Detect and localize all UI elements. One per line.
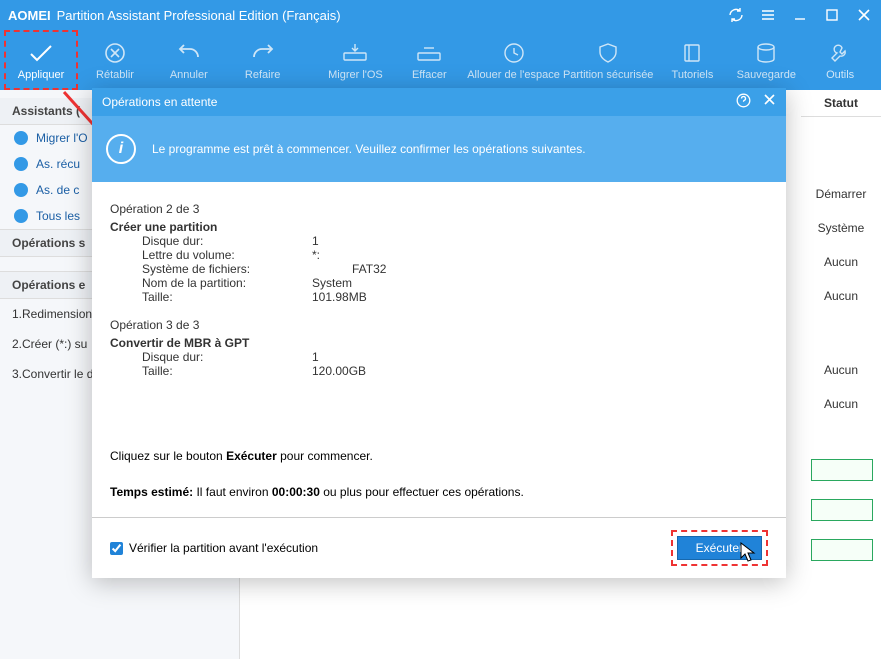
menu-icon[interactable] <box>759 6 777 24</box>
verify-checkbox-label: Vérifier la partition avant l'exécution <box>129 541 318 555</box>
minimize-icon[interactable] <box>791 6 809 24</box>
toolbar-allocate[interactable]: Allouer de l'espace <box>466 30 561 90</box>
kv-row: Taille:101.98MB <box>142 290 768 304</box>
kv-row: Système de fichiers:FAT32 <box>142 262 768 276</box>
pending-operations-dialog: Opérations en attente i Le programme est… <box>92 88 786 578</box>
clock-icon <box>502 39 526 67</box>
status-cell: Aucun <box>801 279 881 313</box>
dialog-note: Cliquez sur le bouton Exécuter pour comm… <box>92 445 786 467</box>
disk-dot-icon <box>14 157 28 171</box>
partition-bars <box>811 459 873 579</box>
dialog-close-icon[interactable] <box>763 93 776 111</box>
operation-head: Convertir de MBR à GPT <box>110 336 768 350</box>
partition-bar <box>811 499 873 521</box>
eraser-icon <box>415 39 443 67</box>
operation-number: Opération 3 de 3 <box>110 318 768 332</box>
status-header: Statut <box>801 90 881 117</box>
refresh-icon[interactable] <box>727 6 745 24</box>
toolbar-wipe[interactable]: Effacer <box>392 30 466 90</box>
shield-icon <box>596 39 620 67</box>
toolbar-undo[interactable]: Annuler <box>152 30 226 90</box>
toolbar-secure[interactable]: Partition sécurisée <box>561 30 656 90</box>
disk-arrow-icon <box>341 39 369 67</box>
operation-head: Créer une partition <box>110 220 768 234</box>
dialog-titlebar: Opérations en attente <box>92 88 786 116</box>
status-cell: Aucun <box>801 353 881 387</box>
dialog-body: Opération 2 de 3 Créer une partition Dis… <box>92 182 786 445</box>
dialog-info-text: Le programme est prêt à commencer. Veuil… <box>152 142 586 156</box>
kv-row: Disque dur:1 <box>142 350 768 364</box>
toolbar-tools[interactable]: Outils <box>803 30 877 90</box>
kv-row: Lettre du volume:*: <box>142 248 768 262</box>
database-icon <box>754 39 778 67</box>
toolbar-backup[interactable]: Sauvegarde <box>729 30 803 90</box>
dialog-title: Opérations en attente <box>102 95 217 109</box>
cursor-icon <box>740 542 756 562</box>
kv-row: Nom de la partition:System <box>142 276 768 290</box>
verify-checkbox-input[interactable] <box>110 542 123 555</box>
toolbar-apply[interactable]: Appliquer <box>4 30 78 90</box>
partition-bar <box>811 539 873 561</box>
book-icon <box>680 39 704 67</box>
dialog-eta: Temps estimé: Il faut environ 00:00:30 o… <box>92 481 786 503</box>
status-cell: Système <box>801 211 881 245</box>
undo-icon <box>176 39 202 67</box>
partition-bar <box>811 459 873 481</box>
toolbar-tutorials[interactable]: Tutoriels <box>656 30 730 90</box>
disk-dot-icon <box>14 131 28 145</box>
titlebar: AOMEI Partition Assistant Professional E… <box>0 0 881 30</box>
brand: AOMEI <box>8 8 51 23</box>
status-cell: Aucun <box>801 245 881 279</box>
product-name: Partition Assistant Professional Edition… <box>57 8 341 23</box>
toolbar: Appliquer Rétablir Annuler Refaire Migre… <box>0 30 881 90</box>
toolbar-migrate[interactable]: Migrer l'OS <box>319 30 393 90</box>
close-icon[interactable] <box>855 6 873 24</box>
verify-checkbox[interactable]: Vérifier la partition avant l'exécution <box>110 541 318 555</box>
info-icon: i <box>106 134 136 164</box>
wrench-icon <box>828 39 852 67</box>
grid-dot-icon <box>14 209 28 223</box>
dialog-info-banner: i Le programme est prêt à commencer. Veu… <box>92 116 786 182</box>
status-column: Statut Démarrer Système Aucun Aucun Aucu… <box>801 90 881 421</box>
operation-number: Opération 2 de 3 <box>110 202 768 216</box>
kv-row: Disque dur:1 <box>142 234 768 248</box>
status-cell: Démarrer <box>801 177 881 211</box>
check-icon <box>27 39 55 67</box>
status-cell: Aucun <box>801 387 881 421</box>
kv-row: Taille:120.00GB <box>142 364 768 378</box>
toolbar-redo[interactable]: Refaire <box>226 30 300 90</box>
help-icon[interactable] <box>736 93 751 111</box>
toolbar-restore[interactable]: Rétablir <box>78 30 152 90</box>
maximize-icon[interactable] <box>823 6 841 24</box>
disk-dot-icon <box>14 183 28 197</box>
cancel-circle-icon <box>103 39 127 67</box>
dialog-footer: Vérifier la partition avant l'exécution … <box>92 518 786 578</box>
redo-icon <box>250 39 276 67</box>
